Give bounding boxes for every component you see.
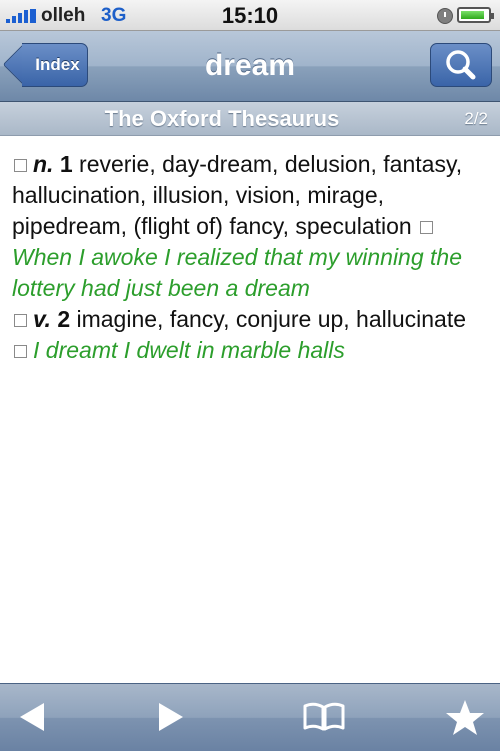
bullet-box-icon xyxy=(14,313,27,327)
favorites-star-icon xyxy=(446,700,484,735)
back-arrow-icon xyxy=(20,703,44,731)
status-time: 15:10 xyxy=(221,3,279,28)
part-of-speech: n. xyxy=(33,151,54,177)
battery-icon xyxy=(457,7,494,23)
entry-content: n. 1 reverie, day-dream, delusion, fanta… xyxy=(12,149,490,366)
bookmarks-button[interactable] xyxy=(299,694,349,740)
bullet-box-icon xyxy=(14,158,27,172)
page-title: dream xyxy=(204,49,296,82)
page-indicator: 2/2 xyxy=(464,109,488,128)
bottom-toolbar xyxy=(0,683,500,751)
search-button[interactable] xyxy=(430,43,492,87)
synonym-list: reverie, day-dream, delusion, fantasy, h… xyxy=(12,151,463,239)
alarm-clock-icon xyxy=(437,8,453,24)
next-button[interactable] xyxy=(145,694,195,740)
navigation-bar: Index dream xyxy=(0,31,500,102)
section-header: The Oxford Thesaurus 2/2 xyxy=(0,102,500,136)
example-sentence: I dreamt I dwelt in marble halls xyxy=(33,337,345,363)
bullet-box-icon xyxy=(420,220,434,234)
sense-number: 1 xyxy=(59,151,73,177)
bullet-box-icon xyxy=(14,344,27,358)
search-icon xyxy=(446,50,476,80)
sense-2: v. 2 imagine, fancy, conjure up, halluci… xyxy=(12,306,466,363)
sense-1: n. 1 reverie, day-dream, delusion, fanta… xyxy=(12,151,462,301)
favorites-button[interactable] xyxy=(440,694,490,740)
sense-number: 2 xyxy=(57,306,71,332)
synonym-list: imagine, fancy, conjure up, hallucinate xyxy=(76,306,467,332)
part-of-speech: v. xyxy=(33,306,51,332)
dictionary-title: The Oxford Thesaurus xyxy=(104,106,340,131)
bookmarks-book-icon xyxy=(303,702,345,731)
previous-button[interactable] xyxy=(8,694,58,740)
forward-arrow-icon xyxy=(159,703,183,731)
example-sentence: When I awoke I realized that my winning … xyxy=(12,244,463,301)
status-bar: olleh 3G 15:10 xyxy=(0,0,500,31)
